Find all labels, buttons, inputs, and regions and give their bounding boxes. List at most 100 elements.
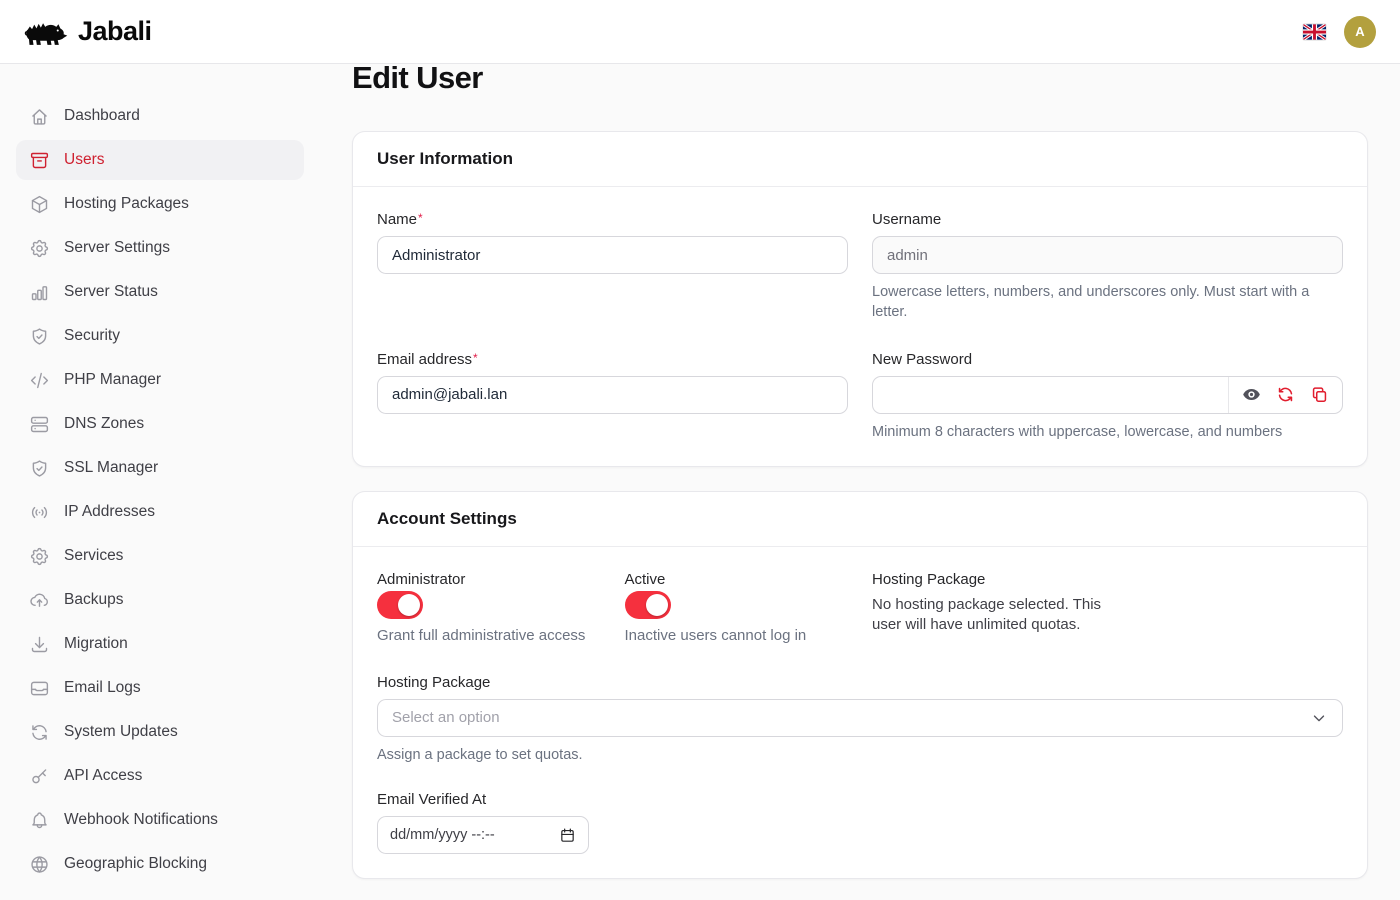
bar-chart-icon [29,282,50,303]
shield-check-icon [29,458,50,479]
shield-check-icon [29,326,50,347]
boar-logo-icon [24,16,68,48]
select-placeholder: Select an option [392,709,500,726]
sidebar-item-php-manager[interactable]: PHP Manager [16,360,304,400]
user-information-card: User Information Name* Administrator Use… [352,131,1368,467]
sidebar-item-email-logs[interactable]: Email Logs [16,668,304,708]
password-help: Minimum 8 characters with uppercase, low… [872,422,1343,442]
code-icon [29,370,50,391]
sidebar-item-label: Backups [64,591,123,609]
uk-flag-icon[interactable] [1303,24,1326,40]
email-verified-field-group: Email Verified At dd/mm/yyyy --:-- [377,791,1343,854]
sidebar-item-label: API Access [64,767,142,785]
sidebar-item-users[interactable]: Users [16,140,304,180]
sidebar-item-migration[interactable]: Migration [16,624,304,664]
sidebar-item-label: System Updates [64,723,178,741]
email-field-group: Email address* admin@jabali.lan [377,351,848,442]
toggle-switch[interactable] [625,591,671,619]
password-copy-button[interactable] [1310,385,1329,404]
gear-icon [29,238,50,259]
chevron-down-icon [1310,709,1328,727]
package-icon [29,194,50,215]
sidebar-item-geographic-blocking[interactable]: Geographic Blocking [16,844,304,884]
sidebar-item-backups[interactable]: Backups [16,580,304,620]
sidebar-item-security[interactable]: Security [16,316,304,356]
sidebar-item-label: Geographic Blocking [64,855,207,873]
password-field-group: New Password [872,351,1343,442]
email-label: Email address [377,351,472,368]
password-generate-button[interactable] [1276,385,1295,404]
bell-icon [29,810,50,831]
username-field-group: Username admin Lowercase letters, number… [872,211,1343,323]
sidebar-item-services[interactable]: Services [16,536,304,576]
password-label: New Password [872,351,1343,368]
refresh-icon [29,722,50,743]
sidebar-item-ssl-manager[interactable]: SSL Manager [16,448,304,488]
username-input[interactable]: admin [872,236,1343,274]
email-verified-label: Email Verified At [377,791,1343,808]
toggle-help: Grant full administrative access [377,627,601,644]
name-input[interactable]: Administrator [377,236,848,274]
key-icon [29,766,50,787]
hosting-summary-label: Hosting Package [872,571,1343,588]
sidebar-item-label: Migration [64,635,128,653]
email-input[interactable]: admin@jabali.lan [377,376,848,414]
sidebar-item-label: Services [64,547,123,565]
sidebar-nav: Dashboard Users Hosting Packages Server … [0,64,320,900]
date-placeholder: dd/mm/yyyy --:-- [390,827,495,843]
password-reveal-button[interactable] [1242,385,1261,404]
sidebar-item-dashboard[interactable]: Dashboard [16,96,304,136]
sidebar-item-label: Server Settings [64,239,170,257]
hosting-package-label: Hosting Package [377,674,1343,691]
sidebar-item-label: IP Addresses [64,503,155,521]
sidebar-item-label: Email Logs [64,679,141,697]
top-header: Jabali A [0,0,1400,64]
brand-link[interactable]: Jabali [24,16,152,48]
brand-name: Jabali [78,16,152,47]
required-asterisk: * [418,211,423,225]
sidebar-item-label: Webhook Notifications [64,811,218,829]
sidebar-item-dns-zones[interactable]: DNS Zones [16,404,304,444]
eye-icon [1242,385,1261,404]
hosting-summary-text: No hosting package selected. This user w… [872,595,1112,636]
hosting-package-field-group: Hosting Package Select an option Assign … [377,674,1343,765]
regenerate-icon [1276,385,1295,404]
server-icon [29,414,50,435]
password-input[interactable] [873,377,1228,413]
gear-icon [29,546,50,567]
sidebar-item-label: PHP Manager [64,371,161,389]
sidebar-item-webhook-notifications[interactable]: Webhook Notifications [16,800,304,840]
sidebar-item-api-access[interactable]: API Access [16,756,304,796]
sidebar-item-hosting-packages[interactable]: Hosting Packages [16,184,304,224]
sidebar-item-ip-addresses[interactable]: IP Addresses [16,492,304,532]
required-asterisk: * [473,351,478,365]
username-help: Lowercase letters, numbers, and undersco… [872,282,1343,323]
sidebar-item-server-status[interactable]: Server Status [16,272,304,312]
home-icon [29,106,50,127]
toggle-label: Administrator [377,571,601,588]
sidebar-item-label: DNS Zones [64,415,144,433]
card-title-account-settings: Account Settings [377,509,517,528]
sidebar-item-server-settings[interactable]: Server Settings [16,228,304,268]
user-avatar[interactable]: A [1344,16,1376,48]
hosting-package-help: Assign a package to set quotas. [377,745,1343,765]
sidebar-item-label: Server Status [64,283,158,301]
inbox-icon [29,678,50,699]
hosting-package-select[interactable]: Select an option [377,699,1343,737]
email-verified-input[interactable]: dd/mm/yyyy --:-- [377,816,589,854]
sidebar-item-label: Dashboard [64,107,140,125]
account-settings-card: Account Settings Hosting Package No host… [352,491,1368,879]
setting-administrator: Administrator Grant full administrative … [377,571,601,644]
toggle-switch[interactable] [377,591,423,619]
setting-active: Active Inactive users cannot log in [625,571,849,644]
copy-icon [1310,385,1329,404]
sidebar-item-system-updates[interactable]: System Updates [16,712,304,752]
broadcast-icon [29,502,50,523]
card-title-user-information: User Information [377,149,513,168]
sidebar-item-label: Hosting Packages [64,195,189,213]
sidebar-item-label: SSL Manager [64,459,158,477]
toggle-label: Active [625,571,849,588]
toggle-help: Inactive users cannot log in [625,627,849,644]
download-icon [29,634,50,655]
main-content: Users Edit Edit User User Information Na… [320,0,1400,879]
